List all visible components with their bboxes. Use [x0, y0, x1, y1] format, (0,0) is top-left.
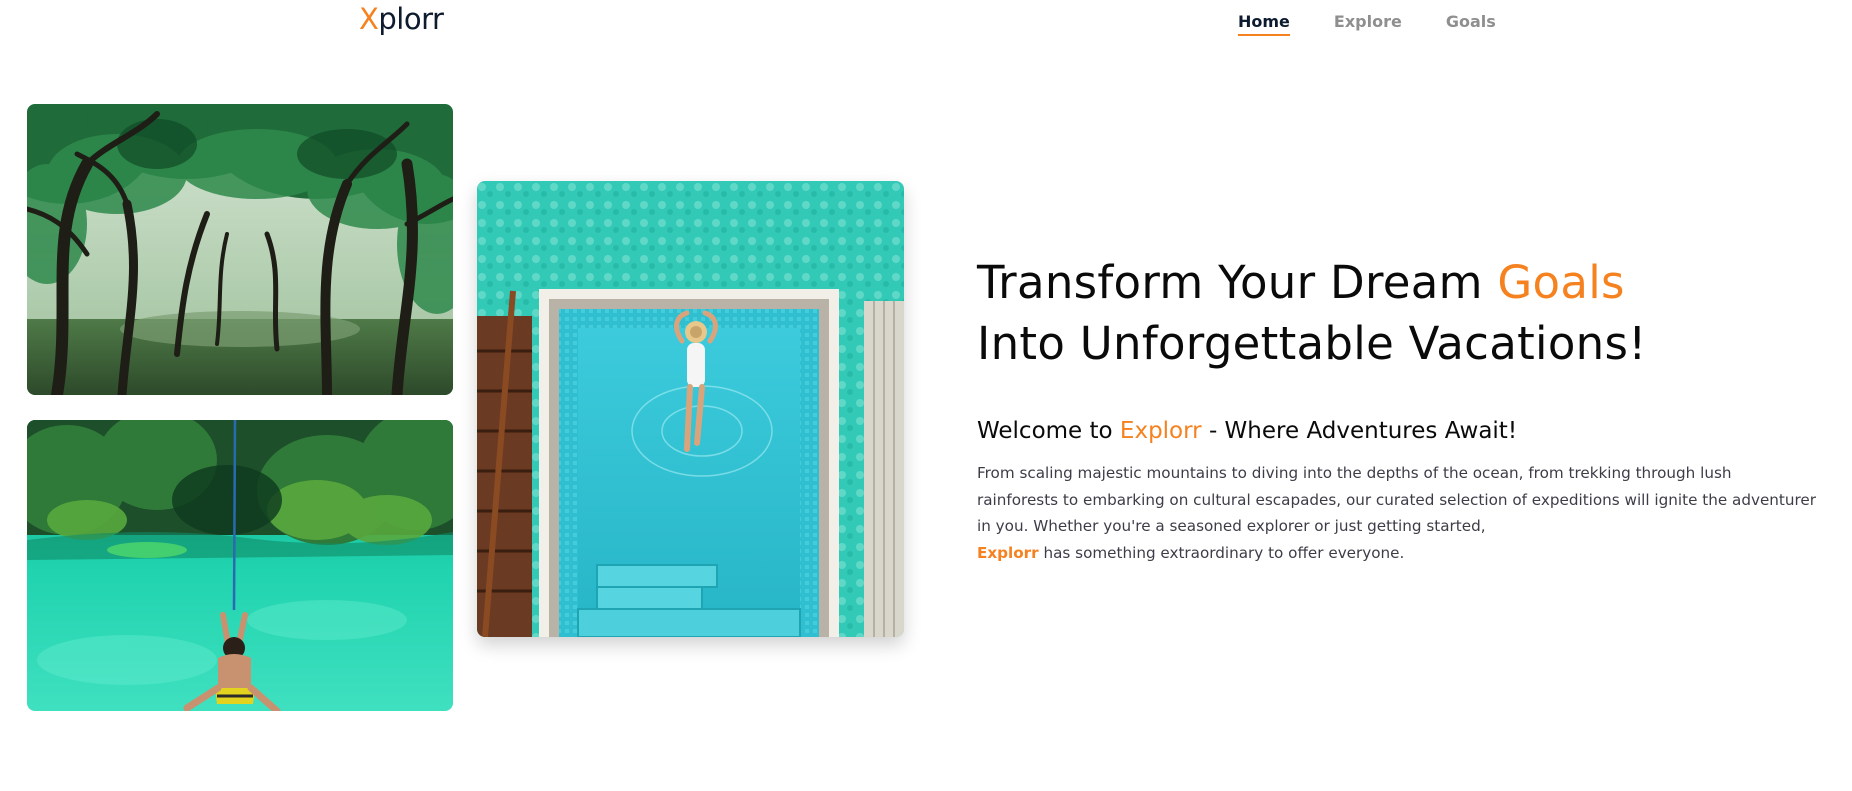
nav-links: Home Explore Goals — [1238, 12, 1496, 36]
hero-title-part1: Transform Your Dream — [977, 256, 1498, 309]
hero-section: Transform Your Dream Goals Into Unforgett… — [977, 252, 1817, 566]
nav-link-home[interactable]: Home — [1238, 12, 1290, 36]
hero-title-part2: Into Unforgettable Vacations! — [977, 317, 1647, 370]
welcome-suffix: - Where Adventures Await! — [1201, 418, 1518, 444]
forest-trees-photo — [27, 104, 453, 395]
description-text: From scaling majestic mountains to divin… — [977, 464, 1816, 535]
logo-accent-letter: X — [359, 2, 379, 36]
welcome-prefix: Welcome to — [977, 418, 1120, 444]
hero-title: Transform Your Dream Goals Into Unforgett… — [977, 252, 1817, 374]
hero-title-accent: Goals — [1497, 256, 1625, 309]
nav-link-goals[interactable]: Goals — [1446, 12, 1496, 36]
welcome-brand: Explorr — [1119, 418, 1202, 444]
woman-in-pool-aerial-photo — [477, 181, 904, 637]
logo[interactable]: Xplorr — [359, 2, 444, 36]
nav-link-explore[interactable]: Explore — [1334, 12, 1402, 36]
description-brand: Explorr — [977, 543, 1039, 562]
description-end: has something extraordinary to offer eve… — [1038, 543, 1405, 562]
logo-text: plorr — [378, 2, 444, 36]
hero-description: From scaling majestic mountains to divin… — [977, 460, 1817, 566]
welcome-heading: Welcome to Explorr - Where Adventures Aw… — [977, 418, 1817, 444]
lagoon-rope-swing-photo — [27, 420, 453, 711]
navbar: Xplorr Home Explore Goals — [0, 0, 1852, 50]
